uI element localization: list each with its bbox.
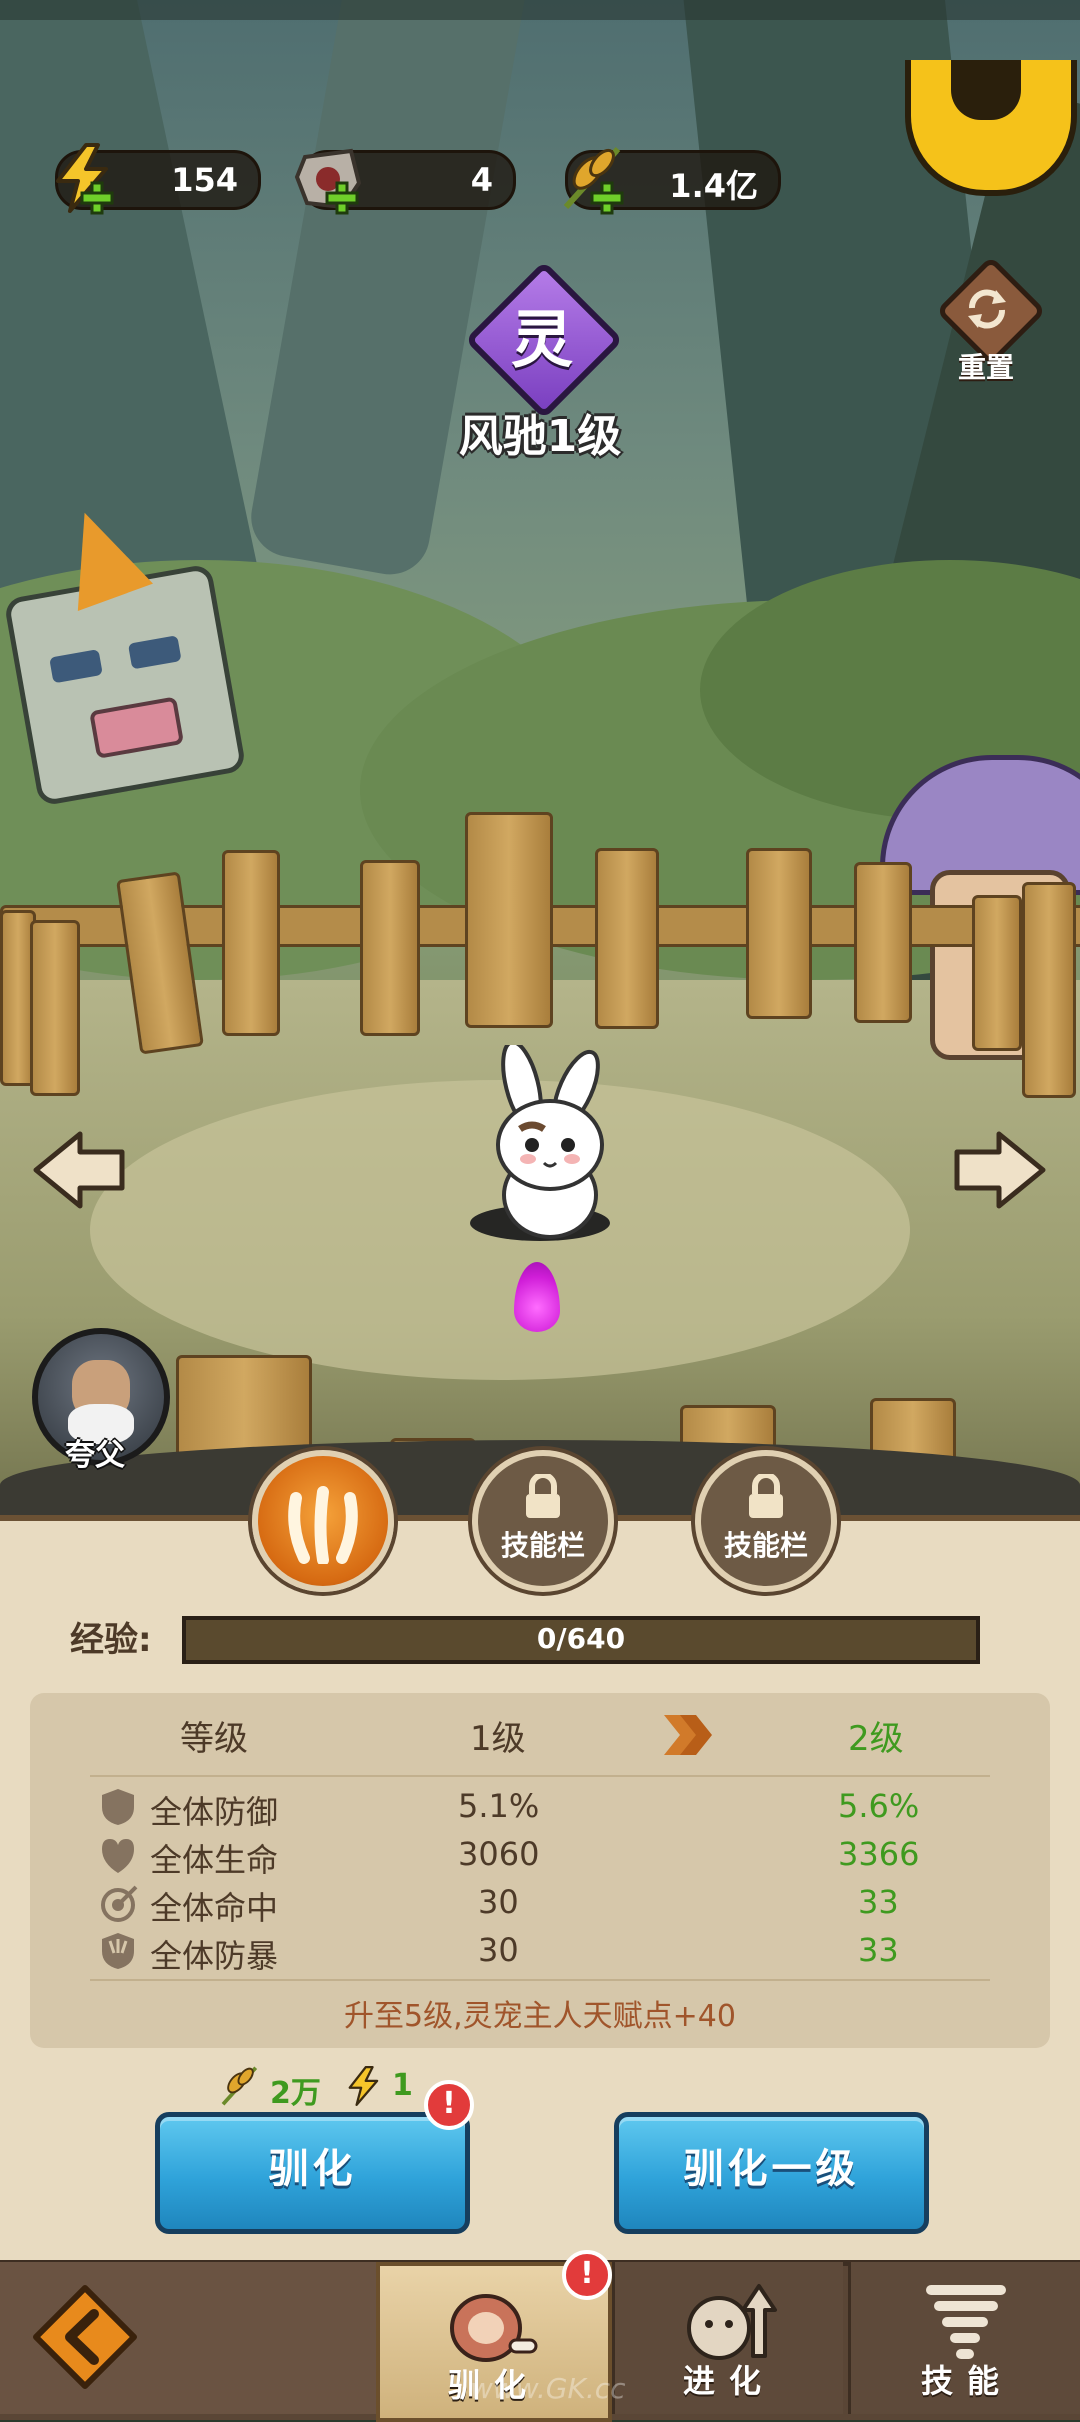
energy-counter[interactable]: 154 [55,143,261,215]
stats-header-current: 1级 [470,1719,526,1759]
grain-value: 1.4亿 [669,167,758,205]
reset-button[interactable]: 重置 [935,255,1047,384]
fence-post [360,860,420,1036]
stone-token-value: 4 [470,161,493,199]
claw-shield-icon [102,1933,134,1969]
back-button[interactable] [30,2282,140,2392]
stone-totem [3,563,247,807]
pet-name-level: 风驰1级 [458,411,622,462]
stat-row-defense: 全体防御 5.1% 5.6% [30,1785,1050,1831]
skill-slot-locked[interactable]: 技能栏 [472,1450,614,1592]
plus-icon[interactable] [325,181,359,215]
tame-one-level-button[interactable]: 驯化一级 [614,2112,929,2234]
experience-bar: 0/640 [182,1616,980,1664]
tame-button[interactable]: 驯化 [155,2112,470,2234]
tame-one-level-label: 驯化一级 [683,2146,860,2192]
fence-post [854,862,912,1023]
energy-value: 154 [171,161,238,199]
nav-tab-label: 技能 [920,2362,1013,2400]
stat-current: 5.1% [458,1787,540,1825]
level-milestone-note: 升至5级,灵宠主人天赋点+40 [344,1999,736,2034]
locked-slot-label: 技能栏 [723,1529,808,1562]
stat-row-hit: 全体命中 30 33 [30,1881,1050,1927]
stone-token-counter[interactable]: 4 [294,148,516,215]
shield-icon [102,1789,134,1825]
stat-next: 3366 [838,1835,920,1873]
fence-post [972,895,1022,1051]
skill-slot-active[interactable] [252,1450,394,1592]
nav-tab-label: 进化 [682,2362,775,2400]
stat-label: 全体防御 [150,1793,279,1831]
stat-next: 5.6% [838,1787,920,1825]
experience-label: 经验: [70,1620,152,1660]
lock-icon [749,1474,783,1518]
lightning-icon [348,2066,379,2106]
refresh-icon [968,289,1006,329]
lock-icon [526,1474,560,1518]
stat-row-health: 全体生命 3060 3366 [30,1833,1050,1879]
tame-cost: 2万 1 [218,2064,458,2111]
locked-slot-label: 技能栏 [500,1529,585,1562]
divider [90,1979,990,1981]
stat-label: 全体防暴 [150,1937,279,1975]
grain-icon [221,2066,258,2106]
double-chevron-icon [664,1715,712,1755]
stat-current: 3060 [458,1835,540,1873]
totem-eye [49,649,103,684]
evolve-pet-icon [687,2284,777,2360]
tornado-icon [926,2285,1006,2359]
grain-cost: 2万 [270,2076,321,2111]
previous-pet-arrow[interactable] [30,1130,126,1210]
target-icon [101,1885,138,1922]
plus-icon[interactable] [590,181,624,215]
grain-counter[interactable]: 1.4亿 [563,147,781,215]
stat-next: 33 [858,1883,899,1921]
totem-mouth [89,696,185,759]
stat-next: 33 [858,1931,899,1969]
stat-current: 30 [478,1931,519,1969]
nav-alert-badge: ! [562,2250,612,2300]
heart-shield-icon [102,1839,134,1873]
plus-icon[interactable] [80,181,114,215]
tame-button-label: 驯化 [268,2146,357,2192]
fence-post [465,812,553,1028]
stat-row-crit-defense: 全体防暴 30 33 [30,1929,1050,1975]
skill-slot-locked[interactable]: 技能栏 [695,1450,837,1592]
fence-post [595,848,659,1029]
rabbit-pet[interactable] [470,1045,630,1245]
nav-tab-skills[interactable]: 技能 [848,2262,1080,2414]
energy-cost: 1 [392,2068,413,2103]
reset-label: 重置 [957,351,1014,384]
forest-scene [0,0,1080,1520]
experience-value: 0/640 [536,1622,626,1655]
stat-label: 全体生命 [150,1841,279,1879]
stat-current: 30 [478,1883,519,1921]
status-bar-strip [0,0,1080,20]
fence-post [30,920,80,1096]
stats-table: 等级 1级 2级 全体防御 5.1% 5.6% 全体生命 3060 3366 全… [30,1693,1050,2048]
meat-bone-icon [450,2294,538,2362]
rank-glyph: 灵 [510,303,573,376]
fence-post [1022,882,1076,1098]
event-badge-mark [951,60,1021,120]
hero-name: 夸父 [65,1438,125,1473]
divider [90,1775,990,1777]
next-pet-arrow[interactable] [953,1130,1049,1210]
stats-header-next: 2级 [848,1719,904,1759]
nav-tab-evolve[interactable]: 进化 [612,2262,843,2414]
watermark: www.GK.cc [470,2372,626,2405]
stats-header-level: 等级 [180,1719,248,1759]
totem-eye [127,635,182,670]
alert-badge: ! [424,2080,474,2130]
stat-label: 全体命中 [150,1889,279,1927]
fence-post [746,848,812,1019]
claw-skill-icon [288,1486,358,1564]
fence-post [222,850,280,1036]
